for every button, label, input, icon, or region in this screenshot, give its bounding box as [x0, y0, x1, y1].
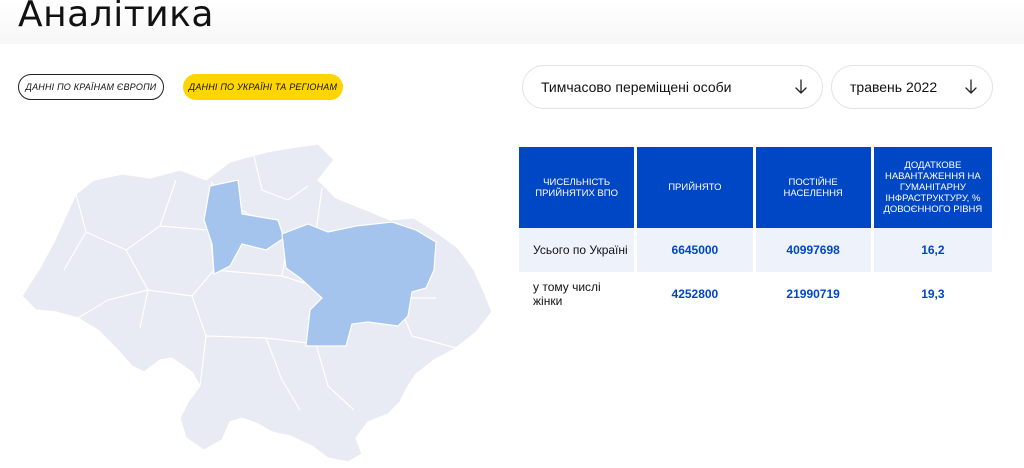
population-value: 21990719: [756, 272, 874, 316]
map-country-outline: [21, 143, 493, 463]
tab-europe-data[interactable]: Данні по країнам Європи: [18, 74, 164, 100]
category-select-value: Тимчасово переміщені особи: [541, 79, 732, 95]
header-accepted: Прийнято: [637, 147, 756, 228]
month-select-value: травень 2022: [850, 79, 938, 95]
header-idp-count: Чисельність прийнятих ВПО: [519, 147, 638, 228]
category-select[interactable]: Тимчасово переміщені особи: [522, 65, 823, 109]
arrow-down-icon: [965, 79, 977, 94]
page-title: Аналітика: [18, 0, 214, 35]
table-row: у тому числі жінки 4252800 21990719 19,3: [519, 272, 992, 316]
header-population: Постійне населення: [755, 147, 874, 228]
stats-table: Чисельність прийнятих ВПО Прийнято Пості…: [519, 147, 992, 316]
accepted-value: 4252800: [637, 272, 756, 316]
load-value: 19,3: [921, 287, 945, 301]
month-select[interactable]: травень 2022: [831, 65, 993, 109]
accepted-value: 6645000: [637, 228, 756, 272]
table-row: Усього по Україні 6645000 40997698 16,2: [519, 228, 992, 272]
row-label: Усього по Україні: [519, 228, 638, 272]
ukraine-map: [21, 143, 493, 463]
tab-ukraine-data[interactable]: Данні по Україні та регіонам: [183, 74, 343, 100]
table-header-row: Чисельність прийнятих ВПО Прийнято Пості…: [519, 147, 992, 228]
row-label: у тому числі жінки: [519, 272, 638, 316]
arrow-down-icon: [795, 79, 807, 94]
header-load: Додаткове навантаження на гуманітарну ін…: [873, 147, 992, 228]
population-value: 40997698: [755, 228, 874, 272]
load-value: 16,2: [873, 228, 992, 272]
